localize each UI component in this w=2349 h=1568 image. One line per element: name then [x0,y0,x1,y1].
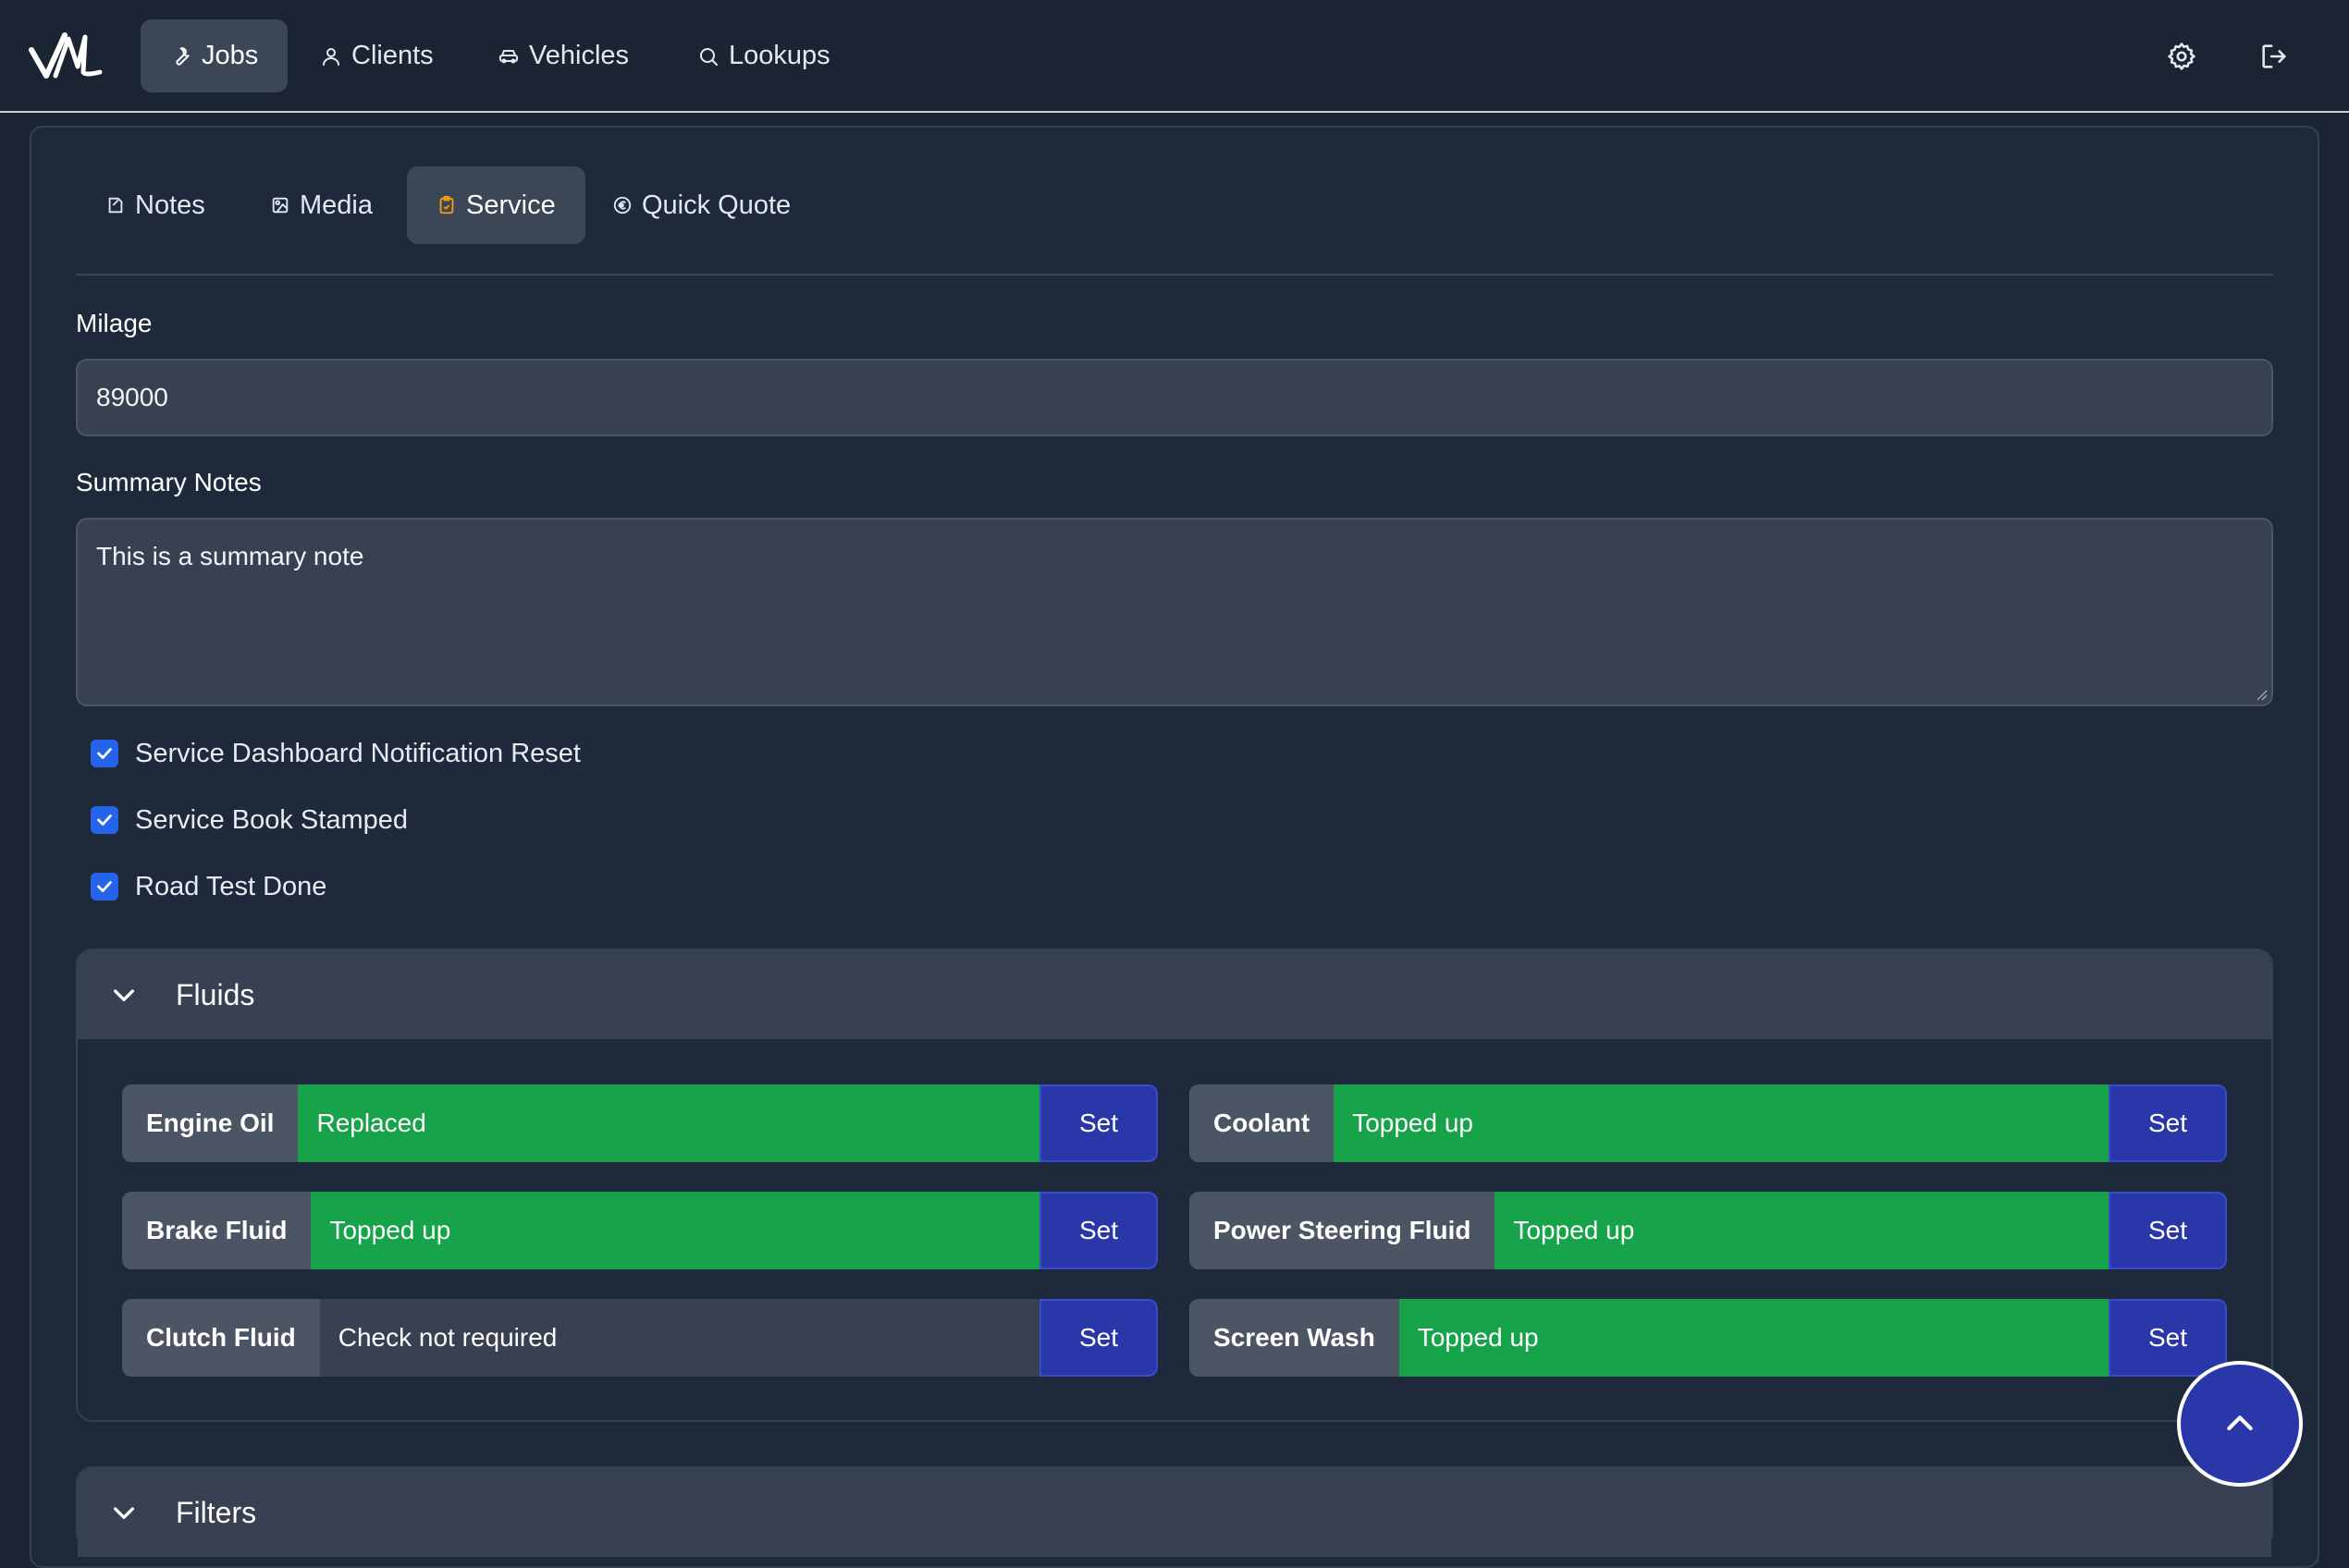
fluid-label: Clutch Fluid [122,1299,320,1377]
fluid-status: Check not required [319,1299,1039,1377]
fluids-accordion-header[interactable]: Fluids [78,950,2271,1039]
euro-icon [613,196,632,214]
tab-quick-quote[interactable]: Quick Quote [583,166,820,244]
checkbox-checked[interactable] [91,806,118,834]
nav-lookups[interactable]: Lookups [670,19,858,92]
summary-notes-text: This is a summary note [96,542,364,570]
set-button[interactable]: Set [2109,1192,2227,1269]
fluid-row-brake-fluid: Brake Fluid Topped up Set [122,1192,1158,1269]
checkbox-checked[interactable] [91,873,118,900]
nav-jobs-label: Jobs [202,41,259,70]
notes-icon [108,197,123,214]
filters-accordion: Filters [76,1466,2273,1557]
nav-jobs[interactable]: Jobs [141,19,289,92]
service-tabs: Notes Media Service Quick Quote [76,166,2273,276]
clipboard-icon [439,195,454,214]
check-icon [97,815,112,826]
fluid-label: Engine Oil [122,1084,299,1162]
app-logo[interactable] [28,26,105,83]
gear-icon [2168,43,2195,70]
fluid-status: Replaced [298,1084,1039,1162]
set-button[interactable]: Set [1039,1192,1158,1269]
set-button[interactable]: Set [1039,1299,1158,1377]
chevron-up-icon [2227,1415,2253,1431]
check-icon [97,881,112,892]
summary-notes-label: Summary Notes [76,468,262,496]
nav-vehicles-label: Vehicles [529,41,630,70]
fluid-status: Topped up [1398,1299,2109,1377]
fluid-row-power-steering: Power Steering Fluid Topped up Set [1189,1192,2227,1269]
fluid-status: Topped up [1494,1192,2109,1269]
chevron-down-icon [114,1507,134,1519]
set-button[interactable]: Set [1039,1084,1158,1162]
fluids-title: Fluids [176,977,255,1011]
car-icon [499,49,518,63]
wrench-icon [176,46,190,66]
tab-notes[interactable]: Notes [76,166,235,244]
fluid-label: Brake Fluid [122,1192,312,1269]
checkbox-label: Service Book Stamped [135,804,408,835]
logout-icon [2262,44,2286,68]
tab-quick-quote-label: Quick Quote [642,190,792,220]
chevron-down-icon [114,989,134,1001]
filters-accordion-header[interactable]: Filters [78,1468,2271,1557]
fluid-row-screen-wash: Screen Wash Topped up Set [1189,1299,2227,1377]
checkbox-road-test[interactable]: Road Test Done [91,868,326,905]
nav-vehicles[interactable]: Vehicles [470,19,657,92]
summary-notes-textarea[interactable]: This is a summary note [76,518,2273,706]
fluid-row-engine-oil: Engine Oil Replaced Set [122,1084,1158,1162]
user-icon [323,47,339,66]
set-button[interactable]: Set [2109,1084,2227,1162]
milage-label: Milage [76,309,153,337]
fluid-status: Topped up [311,1192,1039,1269]
checkbox-label: Road Test Done [135,871,327,901]
filters-title: Filters [176,1495,257,1529]
settings-button[interactable] [2160,35,2203,78]
tab-media-label: Media [300,190,373,220]
fluid-status: Topped up [1334,1084,2109,1162]
fluid-label: Screen Wash [1189,1299,1399,1377]
checkbox-book-stamped[interactable]: Service Book Stamped [91,802,408,839]
checkbox-dashboard-reset[interactable]: Service Dashboard Notification Reset [91,735,581,772]
set-button[interactable]: Set [2109,1299,2227,1377]
nav-clients[interactable]: Clients [292,19,461,92]
fluid-row-coolant: Coolant Topped up Set [1189,1084,2227,1162]
tab-service[interactable]: Service [407,166,585,244]
checkbox-checked[interactable] [91,740,118,767]
check-icon [97,748,112,759]
fluid-label: Coolant [1189,1084,1334,1162]
fluid-label: Power Steering Fluid [1189,1192,1495,1269]
resize-grip-icon[interactable] [2255,688,2268,701]
logout-button[interactable] [2253,35,2295,78]
image-icon [272,197,289,214]
search-icon [700,47,718,66]
tab-notes-label: Notes [135,190,205,220]
checkbox-label: Service Dashboard Notification Reset [135,738,581,768]
tab-service-label: Service [466,190,556,220]
tab-media[interactable]: Media [240,166,402,244]
milage-input[interactable]: 89000 [76,359,2273,436]
scroll-to-top-button[interactable] [2177,1361,2303,1487]
nav-clients-label: Clients [351,41,434,70]
fluid-row-clutch-fluid: Clutch Fluid Check not required Set [122,1299,1158,1377]
top-navbar: Jobs Clients Vehicles Lookups [0,0,2349,113]
nav-lookups-label: Lookups [729,41,830,70]
